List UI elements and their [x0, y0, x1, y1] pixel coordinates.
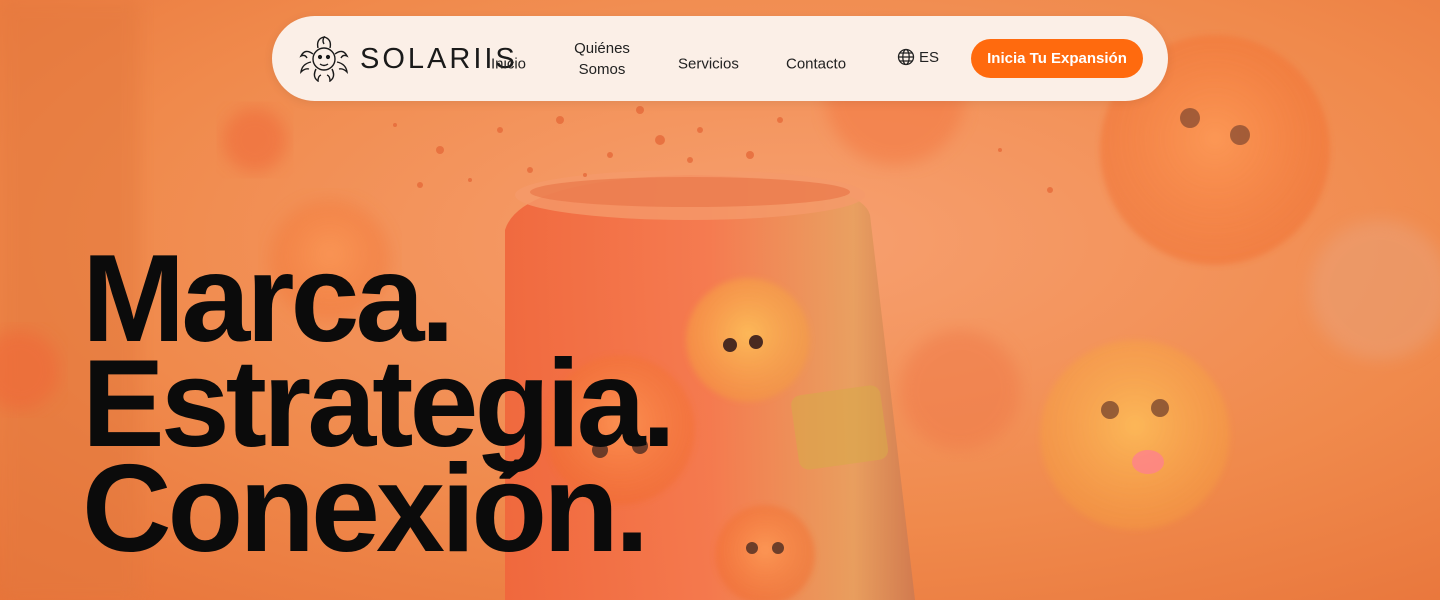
- nav-link-quienes-somos[interactable]: Quiénes Somos: [570, 38, 634, 80]
- language-selector[interactable]: ES: [897, 48, 939, 66]
- nav-link-contacto[interactable]: Contacto: [786, 54, 846, 75]
- top-navigation-bar: SOLARIIS Inicio Quiénes Somos Servicios …: [272, 16, 1168, 101]
- nav-link-servicios[interactable]: Servicios: [678, 54, 739, 75]
- inicia-tu-expansion-button[interactable]: Inicia Tu Expansión: [971, 39, 1143, 78]
- nav-link-inicio[interactable]: Inicio: [491, 54, 526, 75]
- language-label: ES: [919, 48, 940, 66]
- globe-icon: [897, 48, 915, 66]
- medusa-emblem-icon: [299, 36, 349, 82]
- hero-headline: Marca. Estrategia. Conexión.: [82, 237, 676, 578]
- hero-line-conexion: Conexión.: [82, 440, 649, 578]
- brand-logo-link[interactable]: SOLARIIS: [296, 36, 518, 82]
